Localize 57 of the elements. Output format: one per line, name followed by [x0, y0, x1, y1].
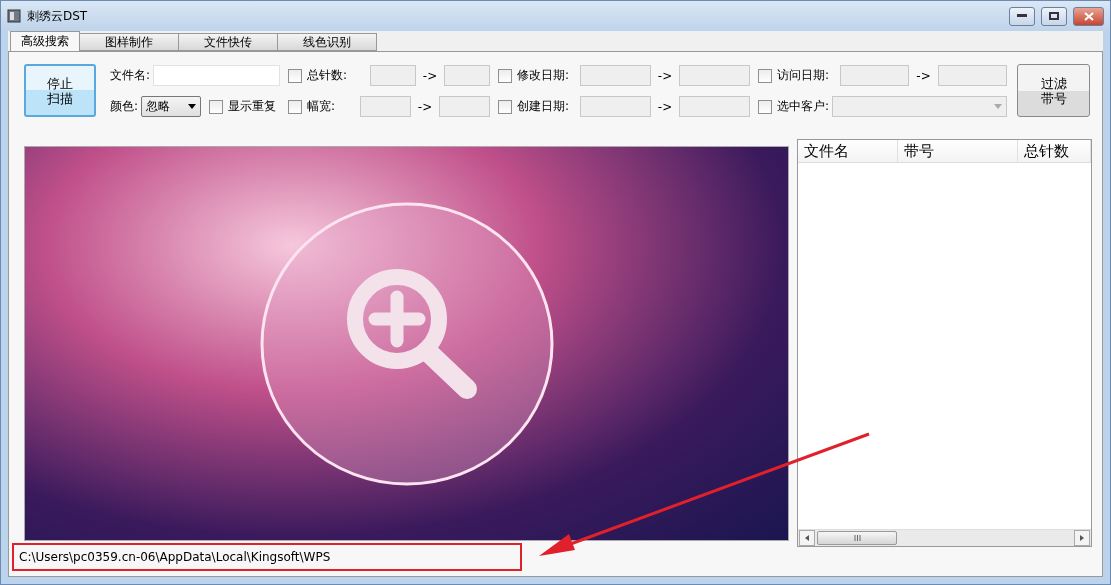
range-separator: ->	[656, 68, 674, 83]
input-field[interactable]	[360, 96, 411, 117]
input-field[interactable]	[580, 96, 651, 117]
input-field[interactable]	[679, 96, 750, 117]
checkbox[interactable]	[498, 99, 512, 114]
caret-icon	[188, 104, 196, 109]
field-label: 访问日期:	[777, 67, 831, 84]
minimize-icon	[1017, 14, 1027, 18]
maximize-icon	[1049, 12, 1059, 20]
checkbox[interactable]	[288, 99, 302, 114]
close-icon	[1083, 11, 1094, 21]
checkbox[interactable]	[498, 68, 512, 83]
field-label: 文件名:	[110, 67, 151, 84]
stop-scan-button[interactable]: 停止 扫描	[24, 64, 96, 117]
scroll-left-icon[interactable]	[799, 530, 815, 546]
input-field[interactable]	[840, 65, 910, 86]
input-field[interactable]	[444, 65, 490, 86]
checkbox-label: 显示重复	[228, 98, 276, 115]
caret-icon	[994, 104, 1002, 109]
field-label: 选中客户:	[777, 98, 830, 115]
app-icon	[7, 9, 21, 23]
dropdown-value: 忽略	[146, 98, 171, 115]
checkbox[interactable]	[209, 99, 223, 114]
field-label: 幅宽:	[307, 98, 337, 115]
tab[interactable]: 文件快传	[178, 33, 278, 51]
column-header[interactable]: 文件名	[798, 140, 898, 162]
field-label: 创建日期:	[517, 98, 571, 115]
field-label: 总针数:	[307, 67, 349, 84]
input-field[interactable]	[370, 65, 416, 86]
checkbox[interactable]	[758, 68, 772, 83]
horizontal-scrollbar[interactable]	[798, 529, 1091, 546]
input-field[interactable]	[679, 65, 750, 86]
scroll-right-icon[interactable]	[1074, 530, 1090, 546]
input-field[interactable]	[439, 96, 490, 117]
maximize-button[interactable]	[1041, 6, 1067, 26]
filter-button[interactable]: 过滤 带号	[1017, 64, 1090, 117]
field-label: 修改日期:	[517, 67, 571, 84]
range-separator: ->	[421, 68, 439, 83]
tab[interactable]: 图样制作	[79, 33, 179, 51]
range-separator: ->	[915, 68, 932, 83]
tab[interactable]: 高级搜索	[10, 31, 80, 51]
checkbox[interactable]	[288, 68, 302, 83]
range-separator: ->	[416, 99, 434, 114]
window-title: 刺绣云DST	[27, 7, 89, 25]
input-field[interactable]	[937, 65, 1007, 86]
close-button[interactable]	[1073, 6, 1104, 26]
column-header[interactable]: 总针数	[1018, 140, 1091, 162]
dropdown[interactable]: 忽略	[141, 96, 201, 117]
tab[interactable]: 线色识别	[277, 33, 377, 51]
column-header[interactable]: 带号	[898, 140, 1018, 162]
field-label: 颜色:	[110, 98, 139, 115]
path-field: C:\Users\pc0359.cn-06\AppData\Local\Kingsoft\WPS	[12, 543, 522, 571]
scroll-thumb[interactable]	[817, 531, 897, 545]
input-field[interactable]	[580, 65, 651, 86]
minimize-button[interactable]	[1009, 6, 1035, 26]
input-field[interactable]	[153, 65, 280, 86]
range-separator: ->	[656, 99, 674, 114]
